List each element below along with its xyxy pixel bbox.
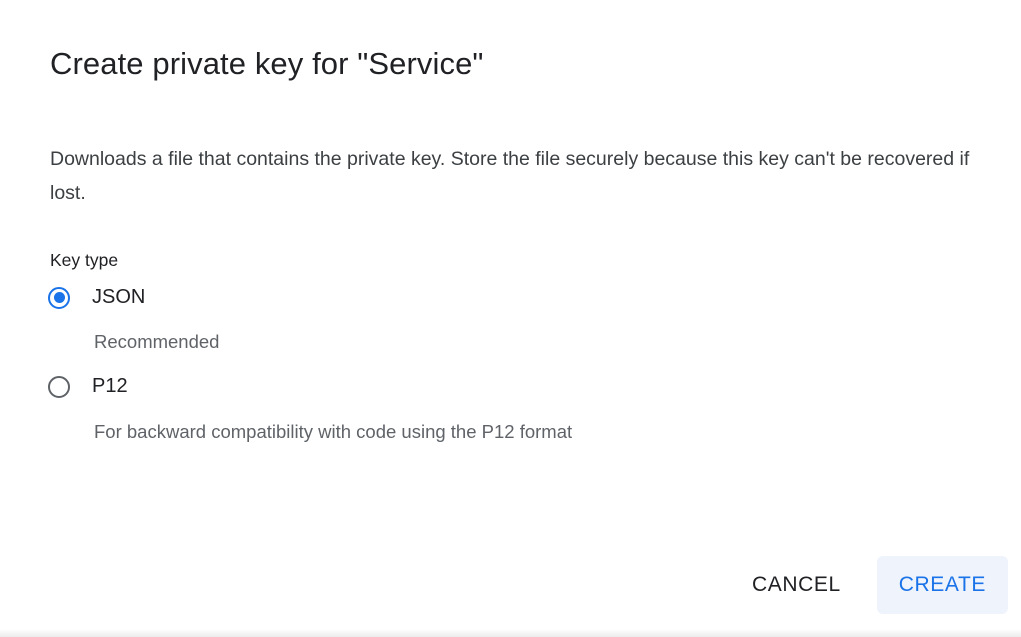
key-type-p12-option[interactable]: P12	[48, 375, 128, 398]
radio-unchecked-icon[interactable]	[48, 375, 70, 398]
cancel-button[interactable]: CANCEL	[730, 556, 863, 614]
dialog-title: Create private key for "Service"	[50, 46, 484, 81]
json-option-label: JSON	[92, 286, 146, 308]
dialog-description: Downloads a file that contains the priva…	[50, 148, 970, 204]
p12-option-label: P12	[92, 375, 128, 397]
key-type-json-option[interactable]: JSON	[48, 286, 145, 309]
create-button[interactable]: CREATE	[876, 556, 1008, 614]
json-option-hint: Recommended	[94, 331, 220, 352]
dialog-actions: CANCEL CREATE	[730, 556, 1008, 614]
create-private-key-dialog: Create private key for "Service" Downloa…	[0, 0, 1021, 637]
p12-option-hint: For backward compatibility with code usi…	[94, 421, 573, 442]
radio-checked-icon[interactable]	[48, 286, 70, 309]
key-type-label: Key type	[50, 250, 119, 270]
dialog-bottom-edge	[0, 629, 1021, 637]
